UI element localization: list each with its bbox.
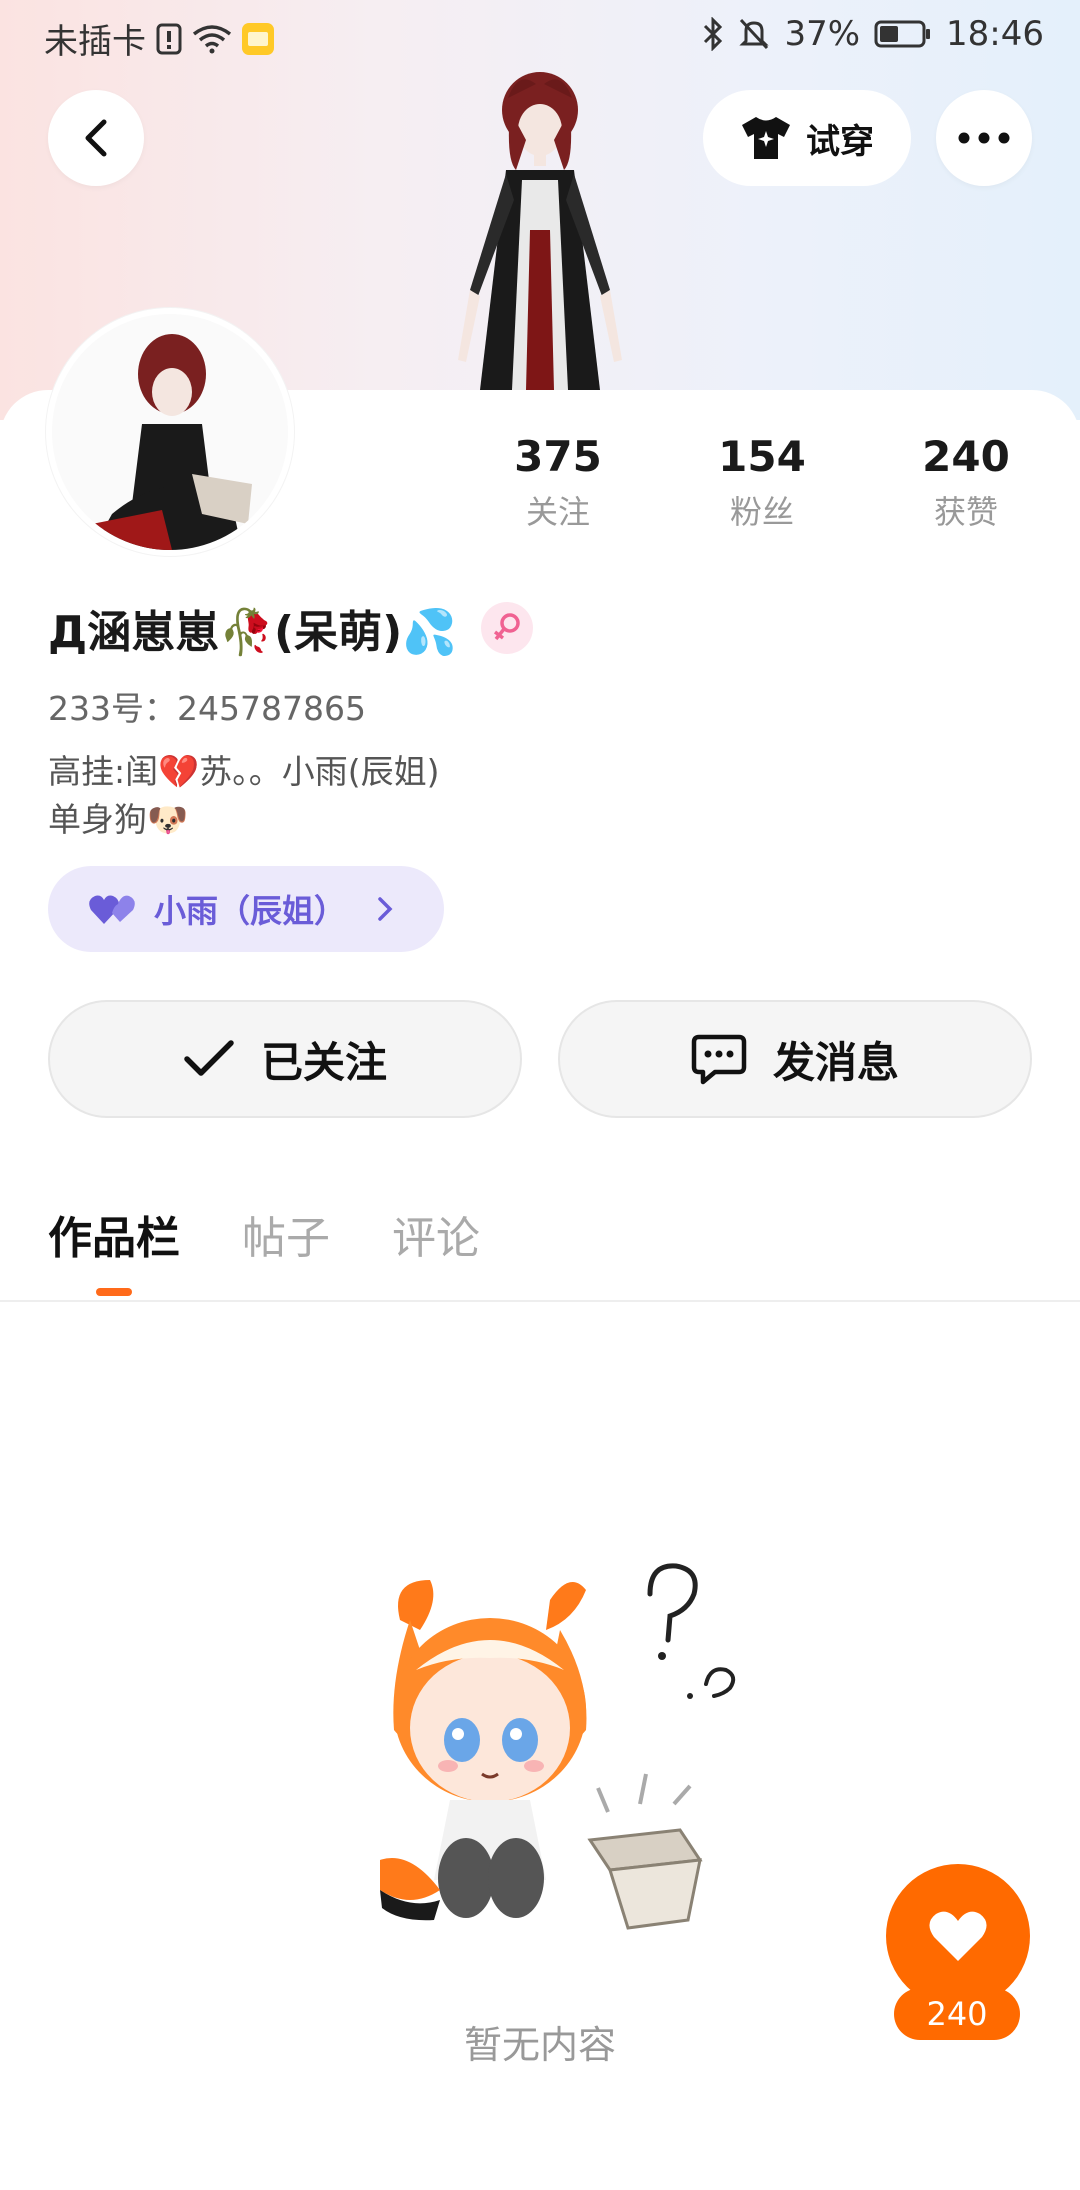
battery-icon (874, 20, 931, 48)
bio: 高挂:闺💔苏。。小雨(辰姐) 单身狗🐶 (48, 748, 439, 844)
tab-comments[interactable]: 评论 (392, 1202, 480, 1266)
mute-bell-icon (739, 18, 770, 50)
stat-followers[interactable]: 154 粉丝 (682, 432, 842, 533)
double-heart-icon (89, 895, 135, 924)
more-dots-icon (958, 132, 1010, 144)
try-on-label: 试穿 (806, 121, 874, 162)
try-on-button[interactable]: 试穿 (703, 90, 911, 186)
wifi-icon (192, 24, 232, 53)
chat-bubble-icon (691, 1034, 747, 1085)
relationship-badge[interactable]: 小雨（辰姐） (48, 866, 444, 952)
like-button[interactable] (886, 1864, 1030, 2008)
more-button[interactable] (936, 90, 1032, 186)
stat-value: 375 (514, 432, 602, 481)
battery-percent: 37% (784, 14, 861, 54)
stat-label: 粉丝 (729, 493, 794, 531)
stat-label: 获赞 (933, 493, 998, 531)
avatar[interactable] (46, 308, 294, 556)
checkmark-icon (184, 1040, 234, 1076)
bio-line: 高挂:闺💔苏。。小雨(辰姐) (48, 752, 440, 791)
clock-time: 18:46 (946, 14, 1044, 54)
female-gender-icon (480, 602, 533, 654)
send-message-button[interactable]: 发消息 (558, 1000, 1032, 1118)
profile-name: Д涵崽崽🥀(呆萌)💦 (48, 607, 457, 658)
chevron-right-icon (378, 897, 393, 921)
bluetooth-icon (704, 17, 723, 51)
bio-line: 单身狗🐶 (48, 800, 189, 839)
relationship-label: 小雨（辰姐） (154, 892, 347, 930)
user-id: 233号：245787865 (48, 689, 366, 728)
stat-value: 154 (718, 432, 806, 481)
followed-label: 已关注 (260, 1037, 387, 1087)
message-label: 发消息 (772, 1037, 899, 1087)
sim-alert-icon (156, 23, 182, 54)
like-count: 240 (894, 1988, 1020, 2040)
content-tabs: 作品栏 帖子 评论 (48, 1202, 480, 1296)
heart-icon (929, 1911, 987, 1961)
profile-name-row: Д涵崽崽🥀(呆萌)💦 (48, 596, 533, 660)
chevron-left-icon (85, 119, 107, 157)
notification-app-icon (242, 22, 274, 55)
stat-likes[interactable]: 240 获赞 (886, 432, 1046, 533)
tshirt-icon (742, 117, 790, 159)
back-button[interactable] (48, 90, 144, 186)
status-bar: 未插卡 37% 18:46 (0, 0, 1080, 72)
stat-value: 240 (922, 432, 1010, 481)
followed-button[interactable]: 已关注 (48, 1000, 522, 1118)
tab-posts[interactable]: 帖子 (242, 1202, 330, 1266)
tabs-divider (0, 1300, 1080, 1302)
stat-following[interactable]: 375 关注 (478, 432, 638, 533)
carrier-text: 未插卡 (44, 22, 146, 62)
empty-state-illustration (380, 1563, 736, 1930)
character-3d-figure (458, 72, 622, 390)
tab-works[interactable]: 作品栏 (48, 1202, 180, 1296)
avatar-character-image (52, 314, 288, 550)
stat-label: 关注 (525, 493, 590, 531)
